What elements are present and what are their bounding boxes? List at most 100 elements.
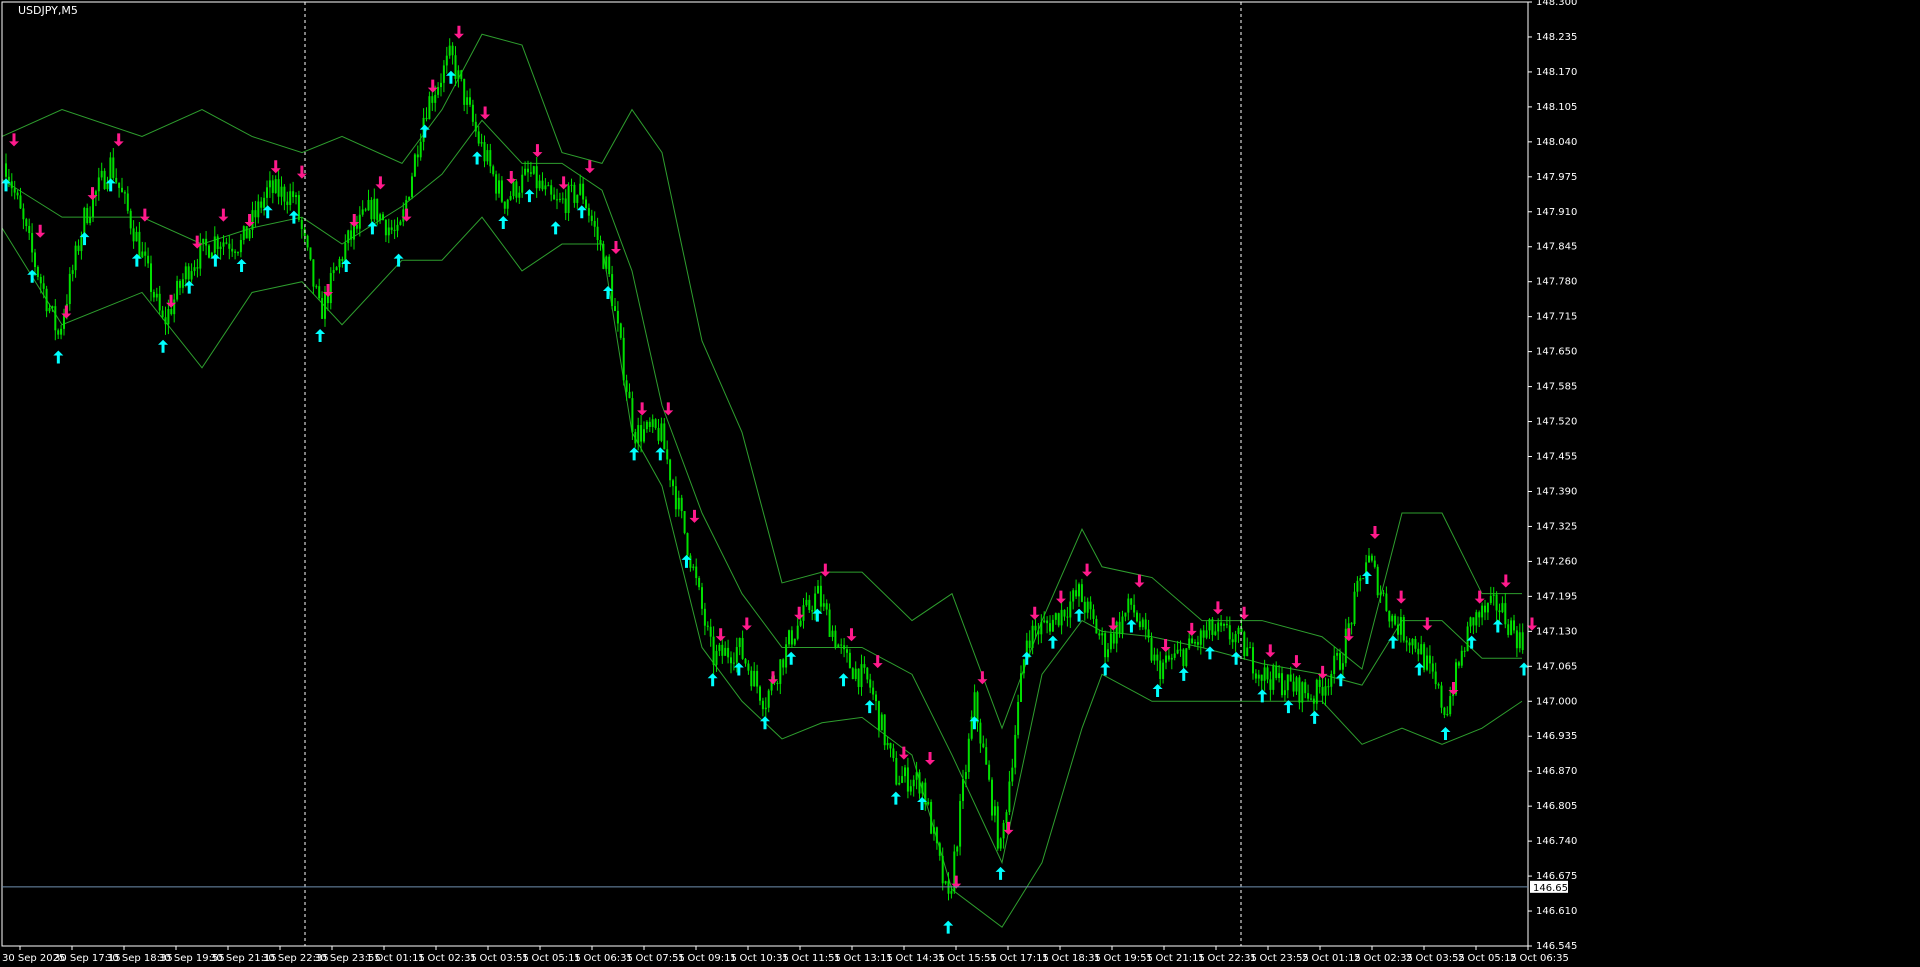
candle-body	[811, 609, 814, 612]
candle-body	[634, 431, 637, 444]
candle-body	[657, 427, 660, 441]
candle-body	[1304, 682, 1307, 694]
candle-body	[1507, 624, 1510, 635]
candle-body	[1037, 630, 1040, 635]
candle-body	[379, 214, 382, 221]
chart-symbol-title: USDJPY,M5	[18, 4, 78, 17]
candle-body	[1243, 632, 1246, 657]
candle-body	[498, 180, 500, 194]
candle-body	[996, 806, 999, 849]
candle-body	[790, 630, 793, 645]
candle-body	[579, 183, 582, 195]
candle-body	[1002, 822, 1005, 839]
candle-body	[587, 208, 590, 216]
candle-body	[1231, 639, 1234, 643]
candle-body	[1472, 617, 1475, 626]
candle-body	[1408, 642, 1411, 646]
candle-body	[442, 65, 445, 83]
candle-body	[599, 240, 602, 244]
candle-body	[1460, 650, 1463, 666]
candle-body	[1124, 612, 1127, 617]
candle-body	[698, 578, 701, 588]
candle-body	[654, 419, 657, 428]
candle-body	[1188, 638, 1191, 649]
candle-body	[126, 193, 129, 211]
candle-body	[561, 198, 564, 200]
candle-body	[1156, 654, 1159, 661]
candle-body	[509, 196, 512, 200]
candle-body	[1051, 619, 1054, 632]
candle-body	[930, 801, 933, 834]
candle-body	[152, 291, 155, 298]
candle-body	[167, 309, 170, 325]
candle-body	[614, 306, 616, 311]
price-tick-label: 147.650	[1536, 347, 1577, 358]
candle-body	[147, 255, 150, 264]
candle-body	[1185, 648, 1188, 667]
candle-body	[727, 647, 730, 658]
candle-body	[1136, 612, 1138, 622]
candle-body	[1431, 663, 1434, 672]
candle-body	[457, 70, 460, 79]
candle-body	[338, 259, 341, 268]
candle-body	[1440, 685, 1443, 708]
candle-body	[724, 647, 727, 656]
candle-body	[1339, 653, 1341, 670]
price-tick-label: 148.105	[1536, 102, 1577, 113]
candle-body	[973, 692, 976, 717]
candle-body	[651, 419, 654, 428]
candle-body	[819, 585, 822, 607]
candle-body	[808, 599, 811, 610]
candle-body	[1478, 612, 1481, 618]
candle-body	[1391, 615, 1394, 622]
candle-body	[1399, 617, 1402, 635]
candle-body	[176, 280, 179, 300]
candle-body	[1043, 620, 1046, 623]
price-tick-label: 147.130	[1536, 626, 1577, 637]
time-tick-label: 1 Oct 22:35	[1198, 953, 1257, 964]
candle-body	[1359, 578, 1362, 581]
candle-body	[512, 181, 515, 197]
candle-body	[991, 779, 993, 816]
candle-body	[1466, 626, 1469, 652]
candle-body	[239, 239, 242, 253]
candle-body	[535, 166, 538, 189]
price-chart[interactable]: 148.300 148.235 148.170 148.105 148.040 147.9…	[0, 0, 1920, 967]
candle-body	[1434, 671, 1437, 685]
candle-body	[1234, 634, 1237, 643]
candle-body	[909, 786, 912, 792]
candle-body	[1194, 642, 1196, 644]
candle-body	[1008, 781, 1011, 813]
candle-body	[312, 259, 315, 287]
candle-body	[416, 154, 419, 158]
candle-body	[1428, 655, 1431, 664]
candle-body	[1469, 617, 1472, 627]
candle-body	[880, 714, 883, 731]
candle-body	[817, 585, 819, 594]
candle-body	[837, 644, 840, 648]
candle-body	[1223, 624, 1225, 626]
candle-body	[60, 328, 63, 335]
candle-body	[1089, 601, 1092, 610]
candle-body	[860, 664, 863, 688]
price-tick-label: 146.805	[1536, 801, 1577, 812]
candle-body	[115, 177, 118, 183]
price-tick-label: 148.040	[1536, 137, 1577, 148]
candle-body	[1072, 590, 1075, 602]
candle-body	[1046, 620, 1049, 624]
candle-body	[605, 256, 608, 269]
current-price-label: 146.655	[1533, 883, 1574, 894]
candle-body	[45, 288, 48, 312]
candle-body	[1057, 613, 1060, 626]
candle-body	[988, 764, 991, 780]
candle-body	[1028, 640, 1031, 648]
candle-body	[402, 209, 405, 222]
candle-body	[448, 45, 451, 56]
candle-body	[1098, 633, 1101, 636]
candle-body	[347, 230, 350, 244]
candle-body	[469, 97, 471, 105]
candle-body	[225, 242, 228, 244]
candle-body	[1411, 638, 1414, 646]
candle-body	[1281, 673, 1283, 696]
candle-body	[373, 198, 376, 220]
